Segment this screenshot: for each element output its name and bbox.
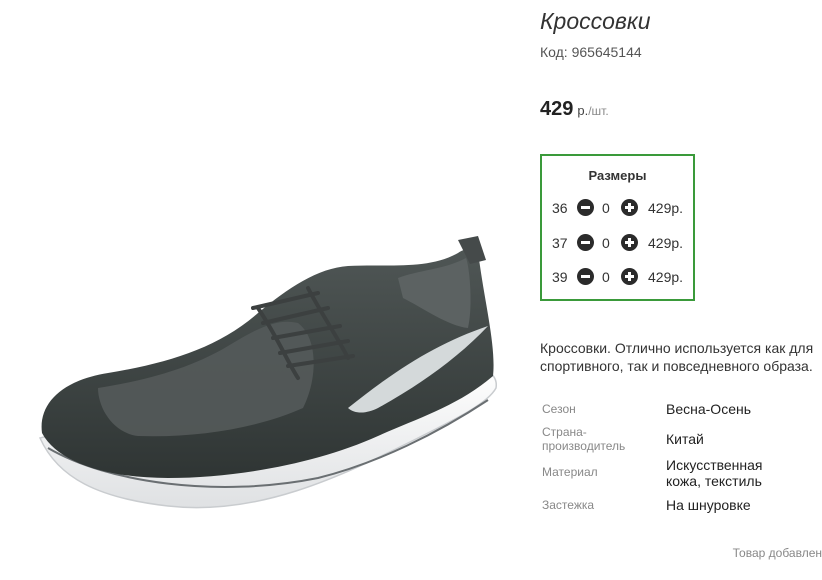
price-row: 429 р./шт.	[540, 98, 609, 121]
size-price: 429р.	[648, 200, 684, 216]
size-row: 39 0 429р.	[542, 266, 693, 288]
plus-circle-icon[interactable]	[621, 199, 638, 216]
price-currency: р.	[577, 103, 589, 118]
spec-value: Весна-Осень	[666, 401, 752, 417]
size-label: 36	[552, 200, 568, 216]
size-price: 429р.	[648, 235, 684, 251]
spec-label: Сезон	[542, 402, 576, 416]
minus-circle-icon[interactable]	[577, 199, 594, 216]
price-unit: /шт.	[588, 104, 609, 118]
spec-label: Материал	[542, 465, 598, 479]
quantity-value: 0	[602, 235, 610, 251]
spec-value: Искусственная кожа, текстиль	[666, 457, 763, 489]
size-label: 37	[552, 235, 568, 251]
sku-row: Код: 965645144	[540, 44, 642, 60]
sizes-panel: Размеры 36 0 429р. 37 0 429р. 39 0 429р.	[540, 154, 695, 301]
size-price: 429р.	[648, 269, 684, 285]
spec-value: Китай	[666, 431, 704, 447]
product-title: Кроссовки	[540, 8, 651, 34]
spec-value: На шнуровке	[666, 497, 751, 513]
minus-circle-icon[interactable]	[577, 234, 594, 251]
sneaker-image	[38, 236, 497, 509]
plus-circle-icon[interactable]	[621, 268, 638, 285]
sku-value: 965645144	[571, 44, 642, 60]
size-row: 37 0 429р.	[542, 232, 693, 254]
product-description: Кроссовки. Отлично используется как для …	[540, 340, 814, 374]
quantity-value: 0	[602, 200, 610, 216]
sizes-title: Размеры	[588, 168, 647, 183]
plus-circle-icon[interactable]	[621, 234, 638, 251]
added-to-cart-notice: Товар добавлен	[732, 546, 822, 560]
minus-circle-icon[interactable]	[577, 268, 594, 285]
quantity-value: 0	[602, 269, 610, 285]
price-value: 429	[540, 98, 574, 120]
size-label: 39	[552, 269, 568, 285]
product-image[interactable]	[18, 8, 514, 574]
sku-label: Код:	[540, 44, 568, 60]
size-row: 36 0 429р.	[542, 197, 693, 219]
spec-label: Застежка	[542, 498, 595, 512]
spec-label: Страна-производитель	[542, 425, 626, 453]
